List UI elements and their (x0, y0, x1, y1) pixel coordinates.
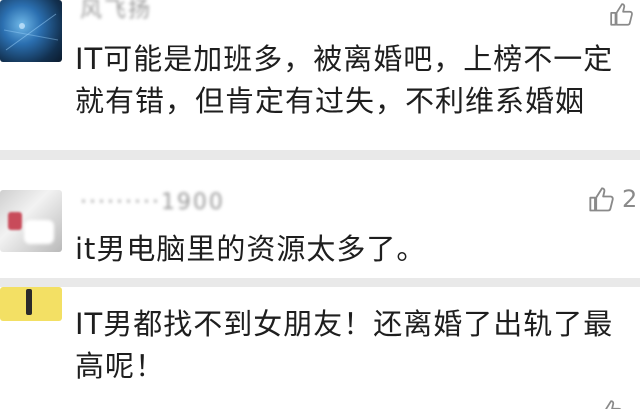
thumbs-up-icon (599, 400, 622, 409)
avatar-photo-detail (8, 212, 22, 230)
comment-text: IT男都找不到女朋友！还离婚了出轨了最高呢！ (75, 307, 614, 383)
avatar[interactable] (0, 190, 62, 252)
avatar-photo-detail (24, 220, 54, 244)
comment-username[interactable]: 风飞扬 (80, 0, 152, 24)
comment-card: IT男都找不到女朋友！还离婚了出轨了最高呢！ (0, 287, 640, 409)
comment-card: 风飞扬 IT可能是加班多，被离婚吧，上榜不一定就有错，但肯定有过失，不利维系婚姻 (0, 0, 640, 150)
comment-text: IT可能是加班多，被离婚吧，上榜不一定就有错，但肯定有过失，不利维系婚姻 (75, 42, 614, 118)
comment-text: it男电脑里的资源太多了。 (75, 232, 427, 266)
like-button[interactable] (596, 399, 626, 409)
comment-username[interactable]: ·········1900 (80, 190, 225, 215)
like-button[interactable]: 2 (586, 186, 637, 214)
thumbs-up-icon (589, 187, 614, 212)
circuit-pattern-icon (3, 13, 59, 51)
avatar[interactable] (0, 0, 62, 62)
like-count: 2 (622, 185, 638, 213)
like-button[interactable] (607, 2, 637, 28)
comment-card: ·········1900 2 it男电脑里的资源太多了。 (0, 160, 640, 278)
avatar-figure (26, 289, 32, 315)
avatar[interactable] (0, 287, 62, 321)
thumbs-up-icon (610, 3, 633, 26)
